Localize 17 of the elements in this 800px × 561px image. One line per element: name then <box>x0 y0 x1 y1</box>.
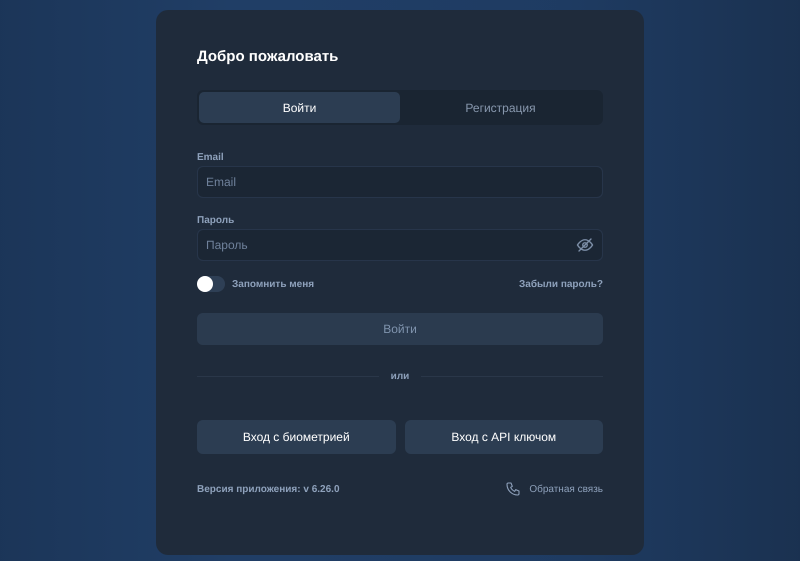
version-text: Версия приложения: v 6.26.0 <box>197 484 340 494</box>
remember-toggle[interactable] <box>197 276 225 292</box>
alt-login-button[interactable]: Вход с биометрией <box>197 420 396 454</box>
field-label: Email <box>197 152 225 165</box>
tab[interactable]: Регистрация <box>400 92 601 123</box>
tab[interactable]: Войти <box>199 92 400 123</box>
alt-login-button[interactable]: Вход с API ключом <box>404 420 603 454</box>
field-label: Пароль <box>197 215 236 228</box>
email-field[interactable]: Email <box>197 166 603 198</box>
phone-icon <box>505 481 522 497</box>
feedback-link[interactable]: Обратная связь <box>529 484 603 494</box>
password-field[interactable]: Пароль <box>197 229 603 261</box>
card-title: Добро пожаловать <box>197 47 340 67</box>
eye-slash-icon[interactable] <box>576 236 594 254</box>
forgot-password-link[interactable]: Забыли пароль? <box>519 278 603 290</box>
remember-label: Запомнить меня <box>232 278 314 290</box>
divider-label: или <box>390 371 410 382</box>
